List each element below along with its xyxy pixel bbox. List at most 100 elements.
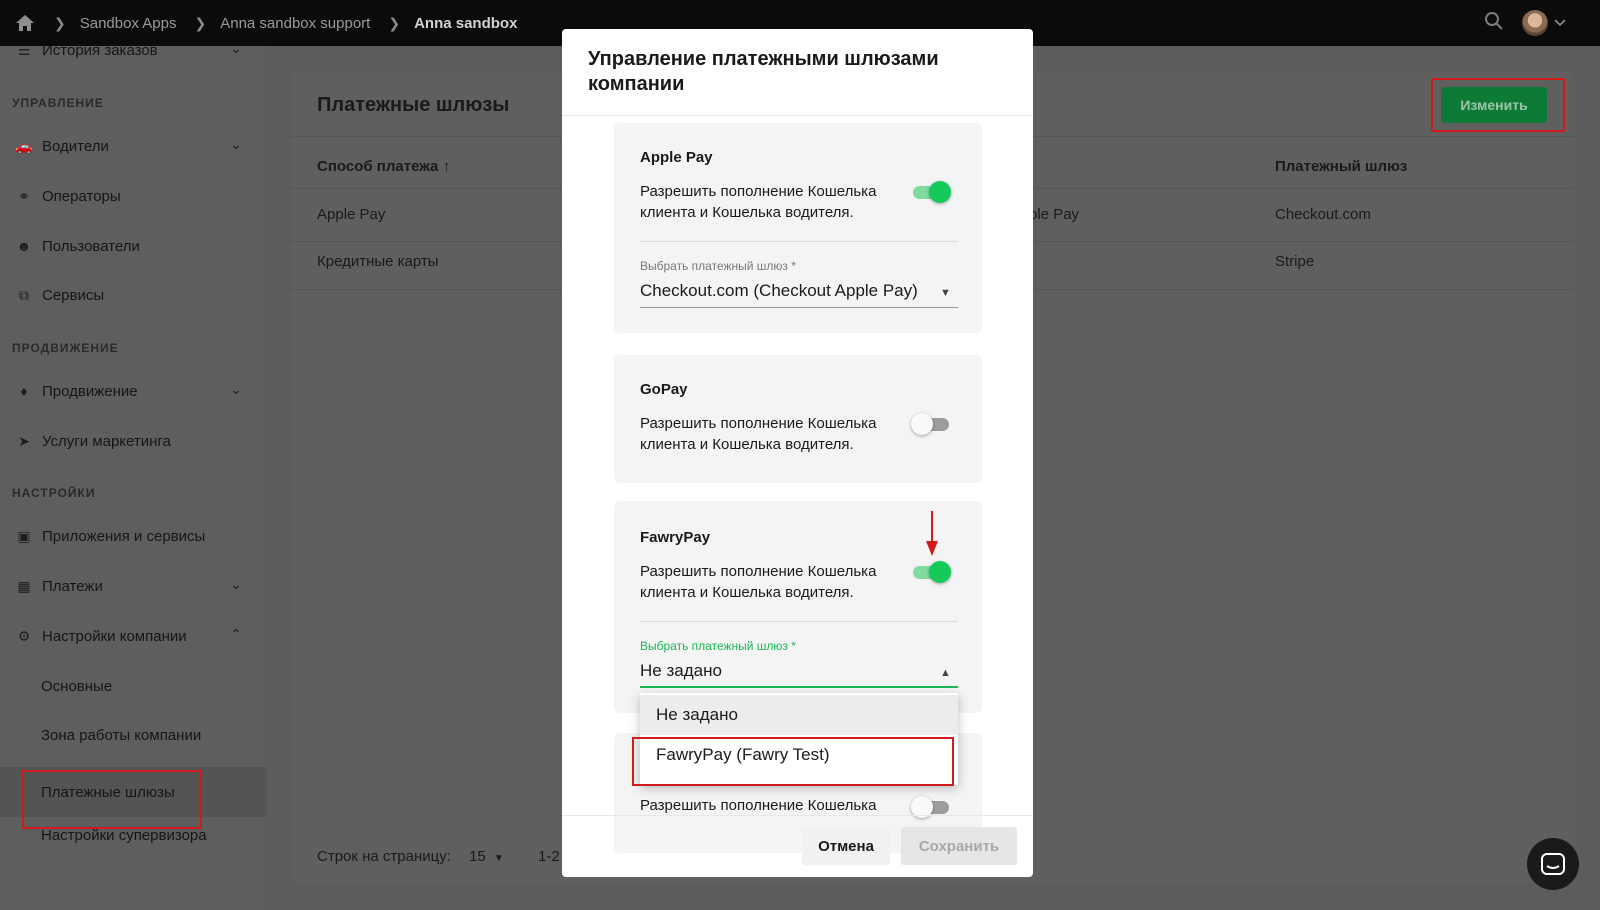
modal-title: Управление платежными шлюзами компании: [588, 48, 939, 95]
gateway-card-gopay: GoPay Разрешить пополнение Кошелька клие…: [614, 355, 982, 483]
enable-toggle[interactable]: [911, 413, 951, 435]
table-cell: Checkout.com: [1275, 206, 1371, 223]
page-title: Платежные шлюзы: [317, 94, 510, 116]
gateway-card-fawrypay: FawryPay Разрешить пополнение Кошелька к…: [614, 501, 982, 713]
home-icon[interactable]: [14, 12, 36, 34]
highlight-box: [1431, 78, 1565, 132]
gateway-name: GoPay: [640, 381, 688, 398]
gateway-name: Apple Pay: [640, 149, 713, 166]
sidebar-item-company-settings[interactable]: ⚙ Настройки компании ⌃: [0, 618, 266, 654]
sidebar-item-label: Операторы: [42, 187, 121, 205]
column-header-gateway: Платежный шлюз: [1275, 158, 1408, 175]
chevron-right-icon: ❯: [194, 14, 207, 31]
divider: [640, 621, 958, 622]
table-cell: ple Pay: [1029, 206, 1080, 223]
chevron-down-icon: ⌄: [230, 576, 242, 592]
gateway-description: Разрешить пополнение Кошелька: [640, 797, 877, 814]
gateway-description: Разрешить пополнение Кошелька клиента и …: [640, 415, 877, 453]
sidebar-item-services[interactable]: ⧉ Сервисы: [0, 277, 266, 313]
tag-icon: ♦: [20, 383, 28, 399]
sidebar-item-label: Платежи: [42, 577, 103, 595]
sidebar-item-drivers[interactable]: 🚗 Водители ⌄: [0, 128, 266, 164]
caret-down-icon: ▼: [940, 287, 951, 299]
sidebar-item-label: Приложения и сервисы: [42, 527, 206, 545]
breadcrumb-current: Anna sandbox: [414, 14, 518, 32]
devices-icon: ▣: [17, 527, 31, 544]
chat-icon: [1541, 853, 1565, 875]
sidebar-item-operators[interactable]: ⚭ Операторы: [0, 178, 266, 214]
cancel-button[interactable]: Отмена: [802, 827, 890, 865]
sidebar-item-payments[interactable]: ▦ Платежи ⌄: [0, 568, 266, 604]
dropdown-option[interactable]: Не задано: [640, 695, 958, 735]
chevron-up-icon: ⌃: [230, 626, 242, 642]
breadcrumb-item[interactable]: Anna sandbox support: [220, 15, 370, 32]
arrow-up-icon: ↑: [442, 158, 451, 175]
table-cell: Кредитные карты: [317, 253, 439, 270]
table-cell: Stripe: [1275, 253, 1315, 270]
caret-down-icon: ▼: [493, 853, 504, 864]
section-heading: ПРОДВИЖЕНИЕ: [12, 341, 119, 355]
column-header-method[interactable]: Способ платежа ↑: [317, 158, 450, 175]
sidebar-item-label: Водители: [42, 137, 109, 155]
divider: [640, 241, 958, 242]
sidebar-item-users[interactable]: ☻ Пользователи: [0, 228, 266, 264]
gateway-description: Разрешить пополнение Кошелька клиента и …: [640, 563, 877, 601]
save-button[interactable]: Сохранить: [901, 827, 1017, 865]
payment-icon: ▦: [17, 577, 31, 594]
search-icon[interactable]: [1484, 11, 1504, 36]
rows-per-page-value: 15: [469, 848, 486, 865]
gear-icon: ⚙: [17, 627, 31, 644]
sidebar-item-marketing[interactable]: ➤ Услуги маркетинга: [0, 423, 266, 459]
caret-up-icon: ▲: [940, 667, 951, 679]
chevron-down-icon: ⌄: [230, 381, 242, 397]
rows-per-page-label: Строк на страницу:: [317, 848, 451, 865]
car-icon: 🚗: [15, 137, 33, 154]
sidebar-item-label: Настройки компании: [42, 627, 187, 645]
gateway-description: Разрешить пополнение Кошелька клиента и …: [640, 183, 877, 221]
sidebar-item-basic[interactable]: Основные: [0, 668, 266, 704]
sidebar-item-promotion[interactable]: ♦ Продвижение ⌄: [0, 373, 266, 409]
arrow-down-icon: [926, 511, 938, 556]
layers-icon: ⧉: [19, 286, 29, 303]
divider: [562, 815, 1033, 816]
column-header-label: Способ платежа: [317, 158, 439, 175]
gateway-select[interactable]: Checkout.com (Checkout Apple Pay): [640, 281, 918, 301]
gateway-select[interactable]: Не задано: [640, 661, 722, 681]
highlight-box: [22, 770, 202, 829]
page-range: 1-2: [538, 848, 560, 865]
headset-icon: ⚭: [18, 187, 30, 204]
user-menu[interactable]: [1522, 10, 1566, 36]
megaphone-icon: ➤: [18, 432, 30, 449]
highlight-box: [632, 737, 954, 786]
enable-toggle[interactable]: [911, 181, 951, 203]
sidebar-item-label: Пользователи: [42, 237, 140, 255]
avatar: [1522, 10, 1548, 36]
chevron-down-icon: [1554, 19, 1566, 27]
chevron-right-icon: ❯: [388, 14, 401, 31]
chevron-down-icon: ⌄: [230, 136, 242, 152]
field-label: Выбрать платежный шлюз *: [640, 259, 796, 273]
sidebar-item-label: Сервисы: [42, 286, 105, 304]
sidebar-item-label: Продвижение: [42, 382, 138, 400]
chevron-right-icon: ❯: [54, 14, 66, 31]
users-icon: ☻: [16, 238, 32, 254]
rows-per-page-select[interactable]: 15 ▼: [469, 848, 508, 865]
sidebar-item-label: Настройки супервизора: [41, 826, 207, 844]
sidebar-item-apps[interactable]: ▣ Приложения и сервисы: [0, 518, 266, 554]
sidebar-item-label: Зона работы компании: [41, 726, 202, 744]
section-heading: УПРАВЛЕНИЕ: [12, 96, 104, 110]
gateway-name: FawryPay: [640, 529, 711, 546]
chat-button[interactable]: [1527, 838, 1579, 890]
gateway-card-apple-pay: Apple Pay Разрешить пополнение Кошелька …: [614, 123, 982, 333]
field-underline: [640, 686, 958, 688]
pagination: Строк на страницу: 15 ▼ 1-2: [317, 848, 560, 865]
field-underline: [640, 307, 958, 308]
field-label: Выбрать платежный шлюз *: [640, 639, 796, 653]
breadcrumb-item[interactable]: Sandbox Apps: [80, 15, 177, 32]
sidebar-item-label: Основные: [41, 677, 113, 695]
table-cell: Apple Pay: [317, 206, 386, 223]
sidebar-item-zone[interactable]: Зона работы компании: [0, 717, 266, 753]
section-heading: НАСТРОЙКИ: [12, 486, 96, 500]
enable-toggle[interactable]: [911, 561, 951, 583]
divider: [562, 115, 1033, 116]
